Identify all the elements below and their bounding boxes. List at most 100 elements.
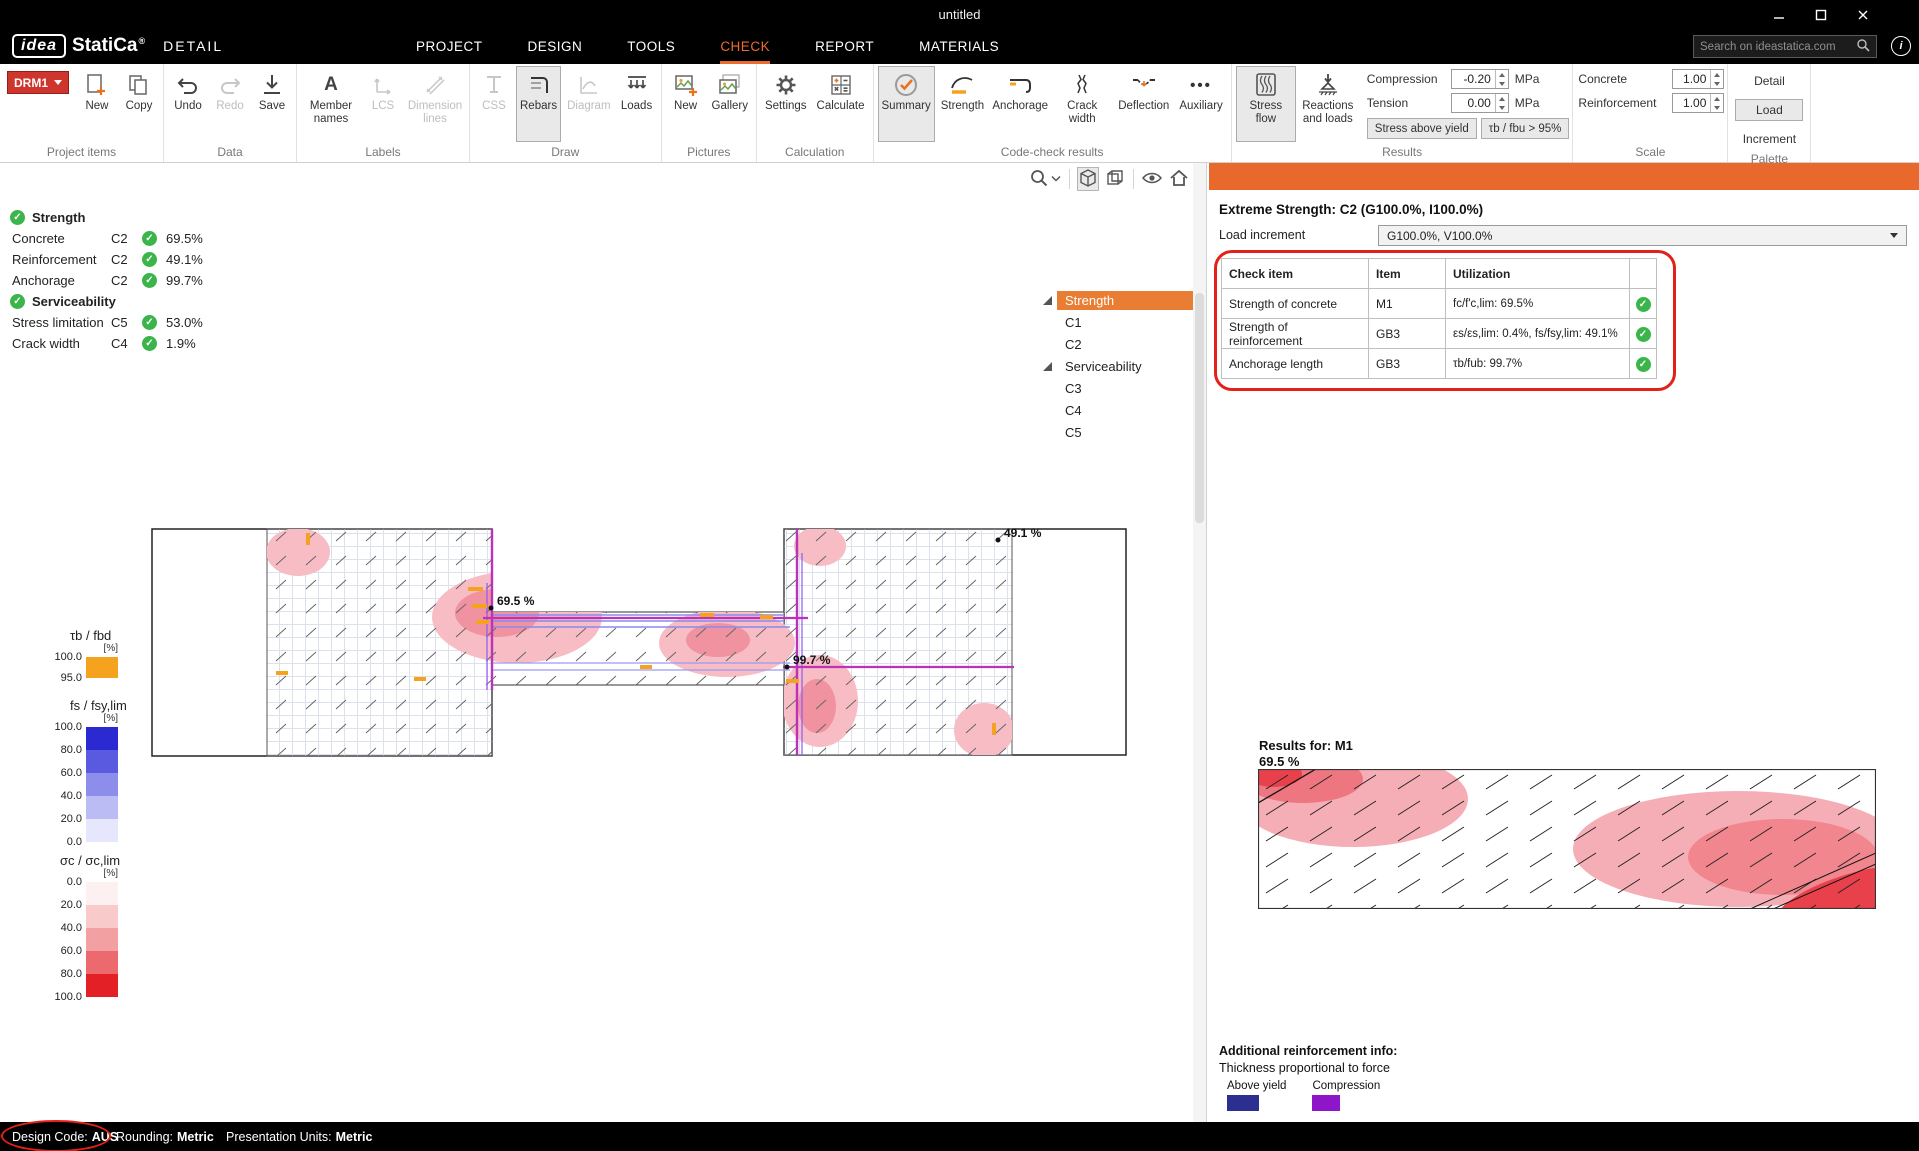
stress-above-yield-toggle[interactable]: Stress above yield [1367, 118, 1477, 139]
tree-item-c3[interactable]: C3 [1043, 377, 1193, 399]
compression-up-arrow[interactable] [1496, 70, 1508, 79]
save-button[interactable]: Save [252, 66, 292, 142]
concrete-scale-stepper[interactable]: 1.00 [1672, 69, 1724, 89]
tree-item-c2[interactable]: C2 [1043, 333, 1193, 355]
front-view-button[interactable] [1104, 167, 1126, 191]
tree-item-c4[interactable]: C4 [1043, 399, 1193, 421]
legend-swatch [86, 882, 118, 905]
menubar: idea StatiCa® DETAIL PROJECT DESIGN TOOL… [0, 29, 1919, 64]
search-icon[interactable] [1856, 38, 1870, 55]
palette-detail-button[interactable]: Detail [1735, 70, 1803, 92]
menu-materials[interactable]: MATERIALS [919, 29, 999, 64]
legend-swatch [86, 727, 118, 750]
new-picture-button[interactable]: New [666, 66, 706, 142]
summary-serviceability-header: Serviceability [10, 291, 203, 312]
menu-design[interactable]: DESIGN [528, 29, 583, 64]
ribbon-group-calculation: Settings Calculate Calculation [757, 64, 874, 162]
tree-expander-icon[interactable] [1043, 296, 1057, 305]
axonometry-view-button[interactable] [1077, 167, 1099, 191]
auxiliary-button[interactable]: ••• Auxiliary [1175, 66, 1226, 142]
stress-flow-button[interactable]: Stress flow [1236, 66, 1296, 142]
status-design-code[interactable]: Design Code: AUS [12, 1122, 118, 1151]
strength-button[interactable]: Strength [937, 66, 988, 142]
gallery-button[interactable]: Gallery [708, 66, 752, 142]
redo-button[interactable]: Redo [210, 66, 250, 142]
help-info-icon[interactable] [1891, 36, 1911, 56]
ribbon-group-project-items: DRM1 New Copy Project items [0, 64, 164, 162]
tb-fbu-toggle[interactable]: τb / fbu > 95% [1481, 118, 1570, 139]
concrete-scale-up-arrow[interactable] [1711, 70, 1723, 79]
table-row[interactable]: Strength of concrete M1 fc/f'c,lim: 69.5… [1222, 289, 1657, 319]
compression-down-arrow[interactable] [1496, 79, 1508, 88]
home-view-button[interactable] [1168, 167, 1190, 191]
reactions-and-loads-button[interactable]: Reactions and loads [1298, 66, 1358, 142]
scrollbar-thumb[interactable] [1195, 293, 1204, 523]
deflection-button[interactable]: Deflection [1114, 66, 1173, 142]
zoom-tool-button[interactable] [1028, 167, 1062, 191]
main-canvas[interactable]: 49.1 % 69.5 % 99.7 % Strength Concrete C… [0, 163, 1206, 1122]
pass-icon [142, 252, 157, 267]
menu-check[interactable]: CHECK [720, 29, 770, 64]
summary-button[interactable]: Summary [878, 66, 935, 142]
tension-down-arrow[interactable] [1496, 103, 1508, 112]
tree-item-serviceability[interactable]: Serviceability [1043, 355, 1193, 377]
chevron-down-icon [1890, 233, 1898, 238]
diagram-button[interactable]: Diagram [563, 66, 614, 142]
compression-unit: MPa [1515, 72, 1540, 86]
member-names-button[interactable]: A Member names [301, 66, 361, 142]
loads-arrows-icon [624, 71, 650, 99]
tree-item-c1[interactable]: C1 [1043, 311, 1193, 333]
tree-item-strength[interactable]: Strength [1043, 289, 1193, 311]
status-rounding[interactable]: Rounding: Metric [116, 1122, 214, 1151]
reinforcement-scale-stepper[interactable]: 1.00 [1672, 93, 1724, 113]
table-row[interactable]: Strength of reinforcement GB3 εs/εs,lim:… [1222, 319, 1657, 349]
dimension-lines-button[interactable]: Dimension lines [405, 66, 465, 142]
reinforcement-scale-down-arrow[interactable] [1711, 103, 1723, 112]
loads-button[interactable]: Loads [617, 66, 657, 142]
copy-button[interactable]: Copy [119, 66, 159, 142]
tension-stepper[interactable]: 0.00 [1451, 93, 1509, 113]
new-picture-icon [673, 71, 699, 99]
pass-icon [142, 273, 157, 288]
menu-project[interactable]: PROJECT [416, 29, 483, 64]
tension-unit: MPa [1515, 96, 1540, 110]
canvas-scrollbar[interactable] [1193, 163, 1206, 1122]
concrete-scale-down-arrow[interactable] [1711, 79, 1723, 88]
anchorage-button[interactable]: Anchorage [990, 66, 1050, 142]
palette-increment-button[interactable]: Increment [1735, 128, 1803, 150]
ellipsis-icon: ••• [1190, 71, 1212, 99]
reinforcement-scale-up-arrow[interactable] [1711, 94, 1723, 103]
drm-selector[interactable]: DRM1 [7, 71, 69, 94]
table-row[interactable]: Anchorage length GB3 τb/fub: 99.7% [1222, 349, 1657, 379]
ribbon: DRM1 New Copy Project items Undo Redo [0, 64, 1919, 163]
auxiliary-label: Auxiliary [1179, 100, 1222, 113]
new-project-item-button[interactable]: New [77, 66, 117, 142]
undo-button[interactable]: Undo [168, 66, 208, 142]
palette-load-button[interactable]: Load [1735, 99, 1803, 121]
lcs-button[interactable]: LCS [363, 66, 403, 142]
tension-up-arrow[interactable] [1496, 94, 1508, 103]
minimize-button[interactable] [1771, 7, 1787, 23]
status-presentation-units[interactable]: Presentation Units: Metric [226, 1122, 372, 1151]
ribbon-group-code-check: Summary Strength Anchorage Crack width D… [874, 64, 1232, 162]
settings-button[interactable]: Settings [761, 66, 811, 142]
load-increment-dropdown[interactable]: G100.0%, V100.0% [1378, 225, 1907, 246]
tree-item-c5[interactable]: C5 [1043, 421, 1193, 443]
compression-stepper[interactable]: -0.20 [1451, 69, 1509, 89]
combination-label: C5 [111, 315, 142, 330]
rebars-button[interactable]: Rebars [516, 66, 561, 142]
menu-tools[interactable]: TOOLS [627, 29, 675, 64]
crack-width-button[interactable]: Crack width [1052, 66, 1112, 142]
member-result-plot[interactable] [1258, 769, 1876, 909]
check-results-table: Check item Item Utilization Strength of … [1221, 258, 1657, 379]
combination-label: C2 [111, 252, 142, 267]
search-input[interactable] [1700, 41, 1852, 53]
close-button[interactable] [1855, 7, 1871, 23]
menu-report[interactable]: REPORT [815, 29, 874, 64]
combination-label: C4 [111, 336, 142, 351]
tree-expander-icon[interactable] [1043, 362, 1057, 371]
css-button[interactable]: CSS [474, 66, 514, 142]
maximize-button[interactable] [1813, 7, 1829, 23]
calculate-button[interactable]: Calculate [813, 66, 869, 142]
visibility-button[interactable] [1141, 167, 1163, 191]
